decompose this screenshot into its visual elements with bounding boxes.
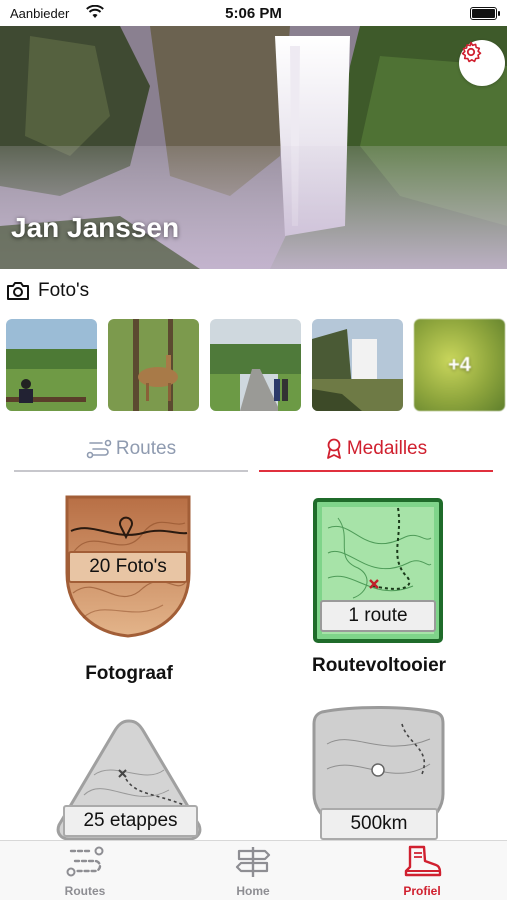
routes-icon: [86, 439, 112, 459]
tabbar-home-label: Home: [236, 884, 270, 898]
settings-button[interactable]: [459, 40, 505, 86]
tabbar-profiel-label: Profiel: [403, 884, 441, 898]
tabbar-profiel[interactable]: Profiel: [372, 845, 472, 898]
profile-name: Jan Janssen: [11, 212, 180, 243]
medal-icon: [326, 438, 341, 459]
tabbar-routes-label: Routes: [64, 884, 106, 898]
medal-badge-text: 500km: [320, 808, 438, 840]
bottom-tab-bar: Routes Home Profiel: [0, 840, 507, 900]
more-photos-button[interactable]: +4: [414, 319, 505, 411]
tabbar-home[interactable]: Home: [203, 845, 303, 898]
tab-medals-label: Medailles: [346, 438, 428, 459]
photo-thumbnail[interactable]: [210, 319, 301, 411]
medal-title: Fotograaf: [85, 663, 173, 684]
photos-section-header: Foto's: [6, 280, 89, 302]
photo-thumbnail[interactable]: [108, 319, 199, 411]
signpost-icon: [235, 847, 271, 877]
tab-medals[interactable]: Medailles: [259, 428, 493, 472]
battery-icon: [470, 7, 500, 20]
boot-icon: [404, 845, 442, 877]
medal-badge-text: 1 route: [320, 600, 436, 632]
tab-routes[interactable]: Routes: [14, 428, 248, 472]
photos-title: Foto's: [38, 280, 90, 301]
medal-badge-text: 20 Foto's: [68, 551, 188, 583]
medal-title: Routevoltooier: [311, 655, 447, 676]
tabbar-routes[interactable]: Routes: [35, 845, 135, 898]
medal-badge-text: 25 etappes: [63, 805, 198, 837]
photo-thumbnail[interactable]: [312, 319, 403, 411]
gear-icon: [461, 41, 482, 63]
clock: 5:06 PM: [225, 5, 282, 22]
more-photos-count: +4: [448, 353, 471, 376]
tab-routes-label: Routes: [115, 438, 177, 459]
photo-thumbnail[interactable]: [6, 319, 97, 411]
profile-header-image: Jan Janssen: [0, 26, 507, 269]
routes-icon: [66, 846, 104, 877]
camera-icon: [7, 282, 29, 300]
status-bar: Aanbieder 5:06 PM: [0, 0, 507, 26]
photo-strip: +4: [6, 319, 505, 411]
